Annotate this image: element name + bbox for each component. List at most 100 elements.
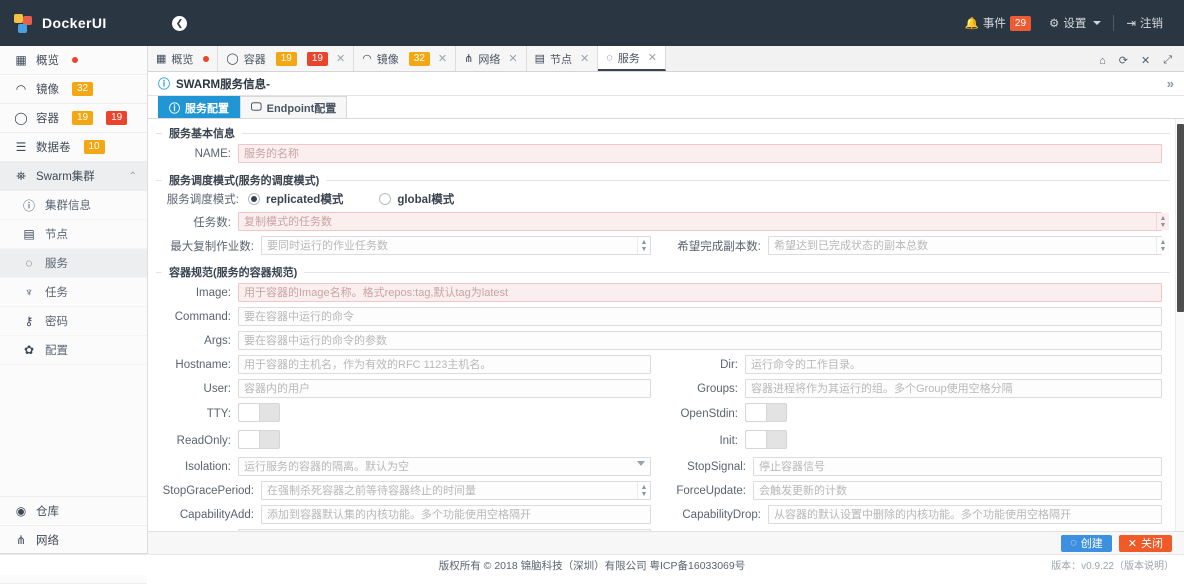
sidebar-item-label: 概览 xyxy=(36,55,59,67)
brand[interactable]: DockerUI xyxy=(0,0,148,46)
sidebar-collapse-icon[interactable]: ❮ xyxy=(172,15,187,31)
settings-menu[interactable]: ⚙ 设置 xyxy=(1040,15,1110,31)
top-header: DockerUI ❮ 🔔 事件 29 ⚙ 设置 ⇥ 注销 xyxy=(0,0,1184,46)
sidebar-item-label: 容器 xyxy=(36,113,59,125)
spinner-icon: ◌ xyxy=(1070,537,1077,549)
forceupdate-input[interactable] xyxy=(753,481,1162,500)
isolation-group: Isolation: xyxy=(156,457,663,476)
init-toggle[interactable] xyxy=(745,430,787,449)
sidebar-item-label: 数据卷 xyxy=(36,142,71,154)
capdrop-input[interactable] xyxy=(768,505,1162,524)
action-bar: ◌ 创建 ✕ 关闭 xyxy=(148,531,1184,554)
events-button[interactable]: 🔔 事件 29 xyxy=(956,15,1040,31)
sidebar-item-label: 网络 xyxy=(36,535,59,547)
groups-input[interactable] xyxy=(745,379,1162,398)
form-scrollbar-thumb[interactable] xyxy=(1177,124,1184,312)
sidebar-item-label: Swarm集群 xyxy=(36,171,95,183)
stopgrace-input[interactable] xyxy=(261,481,651,500)
capadd-label: CapabilityAdd: xyxy=(179,508,254,521)
forceupdate-field-wrap xyxy=(753,481,1170,500)
forceupdate-group: ForceUpdate: xyxy=(663,481,1170,500)
tab-endpoint-config[interactable]: 🖵 Endpoint配置 xyxy=(240,96,348,118)
logout-label: 注销 xyxy=(1140,18,1163,30)
panel-subtabs: ⓘ 服务配置 🖵 Endpoint配置 xyxy=(148,96,1184,119)
args-input[interactable] xyxy=(238,331,1162,350)
tty-toggle[interactable] xyxy=(238,403,280,422)
isolation-label: Isolation: xyxy=(184,460,231,473)
sidebar-item-network[interactable]: ⋔ 网络 xyxy=(0,526,147,555)
sidebar-item-configs[interactable]: ✿ 配置 xyxy=(0,336,147,365)
hostname-input[interactable] xyxy=(238,355,651,374)
info-circle-icon: ⓘ xyxy=(169,102,180,115)
tab-images-badge: 32 xyxy=(408,51,430,66)
hostname-field-wrap xyxy=(238,355,663,374)
tab-containers[interactable]: ◯ 容器 19 19 ✕ xyxy=(218,46,355,71)
header-actions: 🔔 事件 29 ⚙ 设置 ⇥ 注销 xyxy=(956,15,1184,31)
completions-input[interactable] xyxy=(768,236,1162,255)
sidebar-item-overview[interactable]: ▦ 概览 xyxy=(0,46,147,75)
tab-services[interactable]: ◌ 服务 ✕ xyxy=(598,46,666,71)
form-scrollbar[interactable] xyxy=(1175,119,1184,550)
readonly-label: ReadOnly: xyxy=(176,435,231,447)
sidebar-item-nodes[interactable]: ▤ 节点 xyxy=(0,220,147,249)
name-input[interactable] xyxy=(238,144,1162,163)
user-field-wrap xyxy=(238,379,663,398)
row-command: Command: xyxy=(156,307,1170,326)
dir-input[interactable] xyxy=(745,355,1162,374)
tab-close-icon[interactable]: ✕ xyxy=(648,51,657,64)
name-label: NAME: xyxy=(194,147,231,160)
sidebar-item-cluster-info[interactable]: ⓘ 集群信息 xyxy=(0,191,147,220)
user-input[interactable] xyxy=(238,379,651,398)
tab-close-icon[interactable]: ✕ xyxy=(580,52,589,65)
maxreplicas-input[interactable] xyxy=(261,236,651,255)
tab-network[interactable]: ⋔ 网络 ✕ xyxy=(456,46,527,71)
close-button[interactable]: ✕ 关闭 xyxy=(1118,534,1172,552)
close-icon[interactable]: ✕ xyxy=(1141,54,1150,67)
sidebar-item-images[interactable]: ◠ 镜像 32 xyxy=(0,75,147,104)
tasks-input[interactable] xyxy=(238,212,1162,231)
legend-schedule-mode: 服务调度模式(服务的调度模式) xyxy=(169,175,320,187)
openstdin-toggle[interactable] xyxy=(745,403,787,422)
image-input[interactable] xyxy=(238,283,1162,302)
sidebar-item-services[interactable]: ◌ 服务 xyxy=(0,249,147,278)
refresh-icon[interactable]: ⟳ xyxy=(1119,54,1128,67)
sidebar-item-secrets[interactable]: ⚷ 密码 xyxy=(0,307,147,336)
tab-close-icon[interactable]: ✕ xyxy=(438,52,447,65)
sidebar-item-swarm[interactable]: ⛯ Swarm集群 ⌃ xyxy=(0,162,147,191)
tab-service-config[interactable]: ⓘ 服务配置 xyxy=(158,96,240,118)
sidebar-spacer xyxy=(0,365,147,497)
spinner-icon: ◌ xyxy=(606,51,613,64)
command-input[interactable] xyxy=(238,307,1162,326)
tab-nodes[interactable]: ▤ 节点 ✕ xyxy=(526,46,599,71)
logout-button[interactable]: ⇥ 注销 xyxy=(1117,15,1172,31)
stopgrace-label: StopGracePeriod: xyxy=(162,484,254,497)
images-badge: 32 xyxy=(72,82,94,96)
sidebar-item-volumes[interactable]: ☰ 数据卷 10 xyxy=(0,133,147,162)
double-chevron-right-icon[interactable]: » xyxy=(1167,76,1174,91)
radio-global[interactable]: global模式 xyxy=(379,191,454,207)
home-icon[interactable]: ⌂ xyxy=(1099,55,1106,67)
tab-overview[interactable]: ▦ 概览 xyxy=(148,46,219,71)
sidebar-item-containers[interactable]: ◯ 容器 19 19 xyxy=(0,104,147,133)
monitor-icon: 🖵 xyxy=(251,101,262,113)
fieldset-container-spec: 容器规范(服务的容器规范) Image: Command: xyxy=(156,264,1170,550)
expand-icon[interactable]: ⤢ xyxy=(1163,54,1172,67)
info-icon: ⓘ xyxy=(22,198,35,213)
capadd-input[interactable] xyxy=(261,505,651,524)
sidebar-item-registry[interactable]: ◉ 仓库 xyxy=(0,497,147,526)
registry-icon: ◉ xyxy=(15,504,27,518)
database-icon: ☰ xyxy=(15,140,27,154)
stopsignal-input[interactable] xyxy=(753,457,1162,476)
events-label: 事件 xyxy=(982,18,1006,30)
sidebar-item-label: 仓库 xyxy=(36,506,59,518)
tab-images[interactable]: ◠ 镜像 32 ✕ xyxy=(354,46,457,71)
radio-replicated[interactable]: replicated模式 xyxy=(248,191,343,207)
sidebar-item-tasks[interactable]: ♆ 任务 xyxy=(0,278,147,307)
create-button[interactable]: ◌ 创建 xyxy=(1061,534,1112,552)
readonly-toggle[interactable] xyxy=(238,430,280,449)
sidebar-subitem-label: 集群信息 xyxy=(45,200,91,212)
tab-close-icon[interactable]: ✕ xyxy=(508,52,517,65)
isolation-select[interactable] xyxy=(238,457,651,476)
status-dot xyxy=(72,57,78,63)
tab-close-icon[interactable]: ✕ xyxy=(336,52,345,65)
